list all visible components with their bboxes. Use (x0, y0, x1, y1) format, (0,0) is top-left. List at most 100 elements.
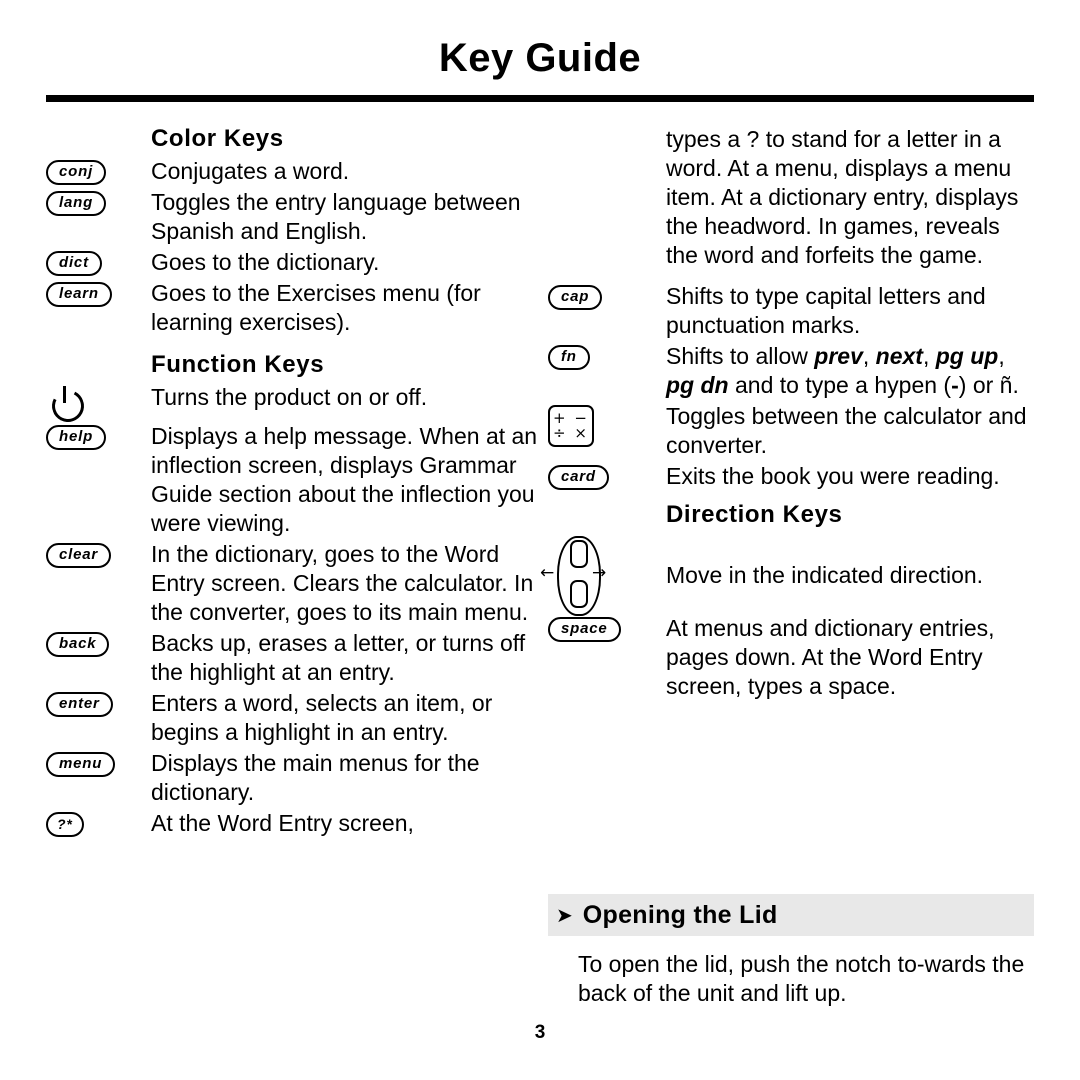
key-glyph-cell: back (46, 629, 151, 657)
menu-key-icon[interactable]: menu (46, 752, 116, 777)
question-star-key-icon[interactable]: ?* (46, 812, 84, 837)
key-entry-dict: dict Goes to the dictionary. (46, 248, 546, 277)
dict-key-icon[interactable]: dict (46, 251, 102, 276)
key-description: Move in the indicated direction. (666, 562, 984, 588)
cap-key-icon[interactable]: cap (548, 285, 603, 310)
key-description: Toggles the entry language between Spani… (151, 189, 521, 244)
section-heading-direction-keys: Direction Keys (666, 501, 843, 528)
lang-key-icon[interactable]: lang (46, 191, 107, 216)
key-glyph-cell: card (548, 462, 666, 490)
key-glyph-cell: + − ÷ × (548, 402, 666, 447)
page-number: 3 (534, 1022, 546, 1043)
direction-pad-icon[interactable]: ← → (540, 536, 606, 616)
key-glyph-cell: space (548, 614, 666, 642)
fn-description-fragment: , (922, 343, 936, 369)
continuation-text: types a ? to stand for a letter in a wor… (666, 126, 1019, 268)
key-glyph-cell: clear (46, 540, 151, 568)
key-description: Shifts to type capital letters and punct… (666, 283, 986, 338)
key-entry-cap: cap Shifts to type capital letters and p… (548, 282, 1038, 340)
key-glyph-cell: fn (548, 342, 666, 370)
fn-description-fragment: , (998, 343, 1005, 369)
direction-pad-right-arrow-icon[interactable]: → (592, 565, 612, 582)
page-title: Key Guide (438, 36, 642, 80)
direction-pad-left-arrow-icon[interactable]: ← (540, 565, 560, 582)
fn-description-fragment: and to type a hypen ( (728, 372, 952, 398)
direction-pad-down[interactable] (570, 580, 588, 608)
opening-the-lid-body: To open the lid, push the notch to-wards… (578, 951, 1025, 1006)
key-description: Exits the book you were reading. (666, 463, 1000, 489)
key-entry-menu: menu Displays the main menus for the dic… (46, 749, 546, 807)
enter-key-icon[interactable]: enter (46, 692, 113, 717)
fn-description-fragment: prev (814, 343, 863, 369)
fn-description-fragment: ) or ñ. (958, 372, 1019, 398)
key-guide-page: Key Guide Color Keys conj Conjugates a w… (0, 0, 1080, 1080)
learn-key-icon[interactable]: learn (46, 282, 112, 307)
power-icon-arc (47, 385, 89, 427)
key-description: Goes to the Exercises menu (for learning… (151, 280, 481, 335)
conj-key-icon[interactable]: conj (46, 160, 107, 185)
section-heading-function-keys: Function Keys (151, 351, 325, 378)
calculator-icon[interactable]: + − ÷ × (548, 405, 594, 447)
left-column: Color Keys conj Conjugates a word. lang … (46, 125, 546, 840)
key-entry-fn: fn Shifts to allow prev, next, pg up, pg… (548, 342, 1038, 400)
key-entry-space: space At menus and dictionary entries, p… (548, 614, 1038, 701)
key-glyph-cell: conj (46, 157, 151, 185)
key-description: Enters a word, selects an item, or begin… (151, 690, 493, 745)
key-glyph-cell: menu (46, 749, 151, 777)
section-heading-color-keys: Color Keys (151, 125, 284, 152)
fn-key-icon[interactable]: fn (548, 345, 590, 370)
key-description: Toggles between the calculator and conve… (666, 403, 1027, 458)
arrow-right-icon: ➤ (556, 903, 573, 927)
key-entry-card: card Exits the book you were reading. (548, 462, 1038, 491)
fn-description-fragment: Shifts to allow (666, 343, 815, 369)
fn-description-fragment: - (951, 372, 959, 398)
opening-the-lid-banner: ➤ Opening the Lid (548, 894, 1034, 936)
key-glyph-cell: ← → (540, 533, 666, 616)
key-entry-conj: conj Conjugates a word. (46, 157, 546, 186)
key-entry-learn: learn Goes to the Exercises menu (for le… (46, 279, 546, 337)
key-description-fn: Shifts to allow prev, next, pg up, pg dn… (666, 342, 1038, 400)
key-description: Goes to the dictionary. (151, 249, 380, 275)
key-description: At menus and dictionary entries, pages d… (666, 615, 995, 699)
space-key-icon[interactable]: space (548, 617, 621, 642)
key-entry-question-star: ?* At the Word Entry screen, (46, 809, 546, 838)
key-description: Conjugates a word. (151, 158, 350, 184)
key-description: At the Word Entry screen, (151, 810, 414, 836)
key-description: Turns the product on or off. (151, 384, 428, 410)
key-description: In the dictionary, goes to the Word Entr… (151, 541, 534, 625)
key-entry-lang: lang Toggles the entry language between … (46, 188, 546, 246)
direction-pad-up[interactable] (570, 540, 588, 568)
back-key-icon[interactable]: back (46, 632, 110, 657)
banner-title: Opening the Lid (582, 900, 778, 929)
key-glyph-cell: learn (46, 279, 151, 307)
key-entry-direction-pad: ← → Move in the indicated direction. (540, 533, 1038, 616)
fn-description-fragment: pg up (935, 343, 999, 369)
key-glyph-cell: cap (548, 282, 666, 310)
key-description: Backs up, erases a letter, or turns off … (151, 630, 526, 685)
power-icon-bar (63, 386, 66, 403)
power-icon[interactable] (47, 385, 89, 427)
card-key-icon[interactable]: card (548, 465, 609, 490)
key-glyph-cell: dict (46, 248, 151, 276)
fn-description-fragment: next (875, 343, 923, 369)
key-glyph-cell: enter (46, 689, 151, 717)
key-glyph-cell: lang (46, 188, 151, 216)
right-column: types a ? to stand for a letter in a wor… (540, 125, 1038, 703)
fn-description-fragment: pg dn (666, 372, 729, 398)
key-description: Displays a help message. When at an infl… (151, 423, 538, 536)
help-key-icon[interactable]: help (46, 425, 107, 450)
key-description: Displays the main menus for the dictiona… (151, 750, 480, 805)
key-entry-help: help Displays a help message. When at an… (46, 422, 546, 538)
key-entry-back: back Backs up, erases a letter, or turns… (46, 629, 546, 687)
fn-description-fragment: , (862, 343, 876, 369)
clear-key-icon[interactable]: clear (46, 543, 112, 568)
key-entry-enter: enter Enters a word, selects an item, or… (46, 689, 546, 747)
title-divider (46, 95, 1034, 102)
key-entry-calculator: + − ÷ × Toggles between the calculator a… (548, 402, 1038, 460)
calculator-icon-bottom: ÷ × (553, 424, 589, 442)
key-entry-clear: clear In the dictionary, goes to the Wor… (46, 540, 546, 627)
key-glyph-cell (46, 383, 151, 427)
key-glyph-cell: ?* (46, 809, 151, 837)
key-glyph-cell: help (46, 422, 151, 450)
key-entry-power: Turns the product on or off. (46, 383, 546, 427)
